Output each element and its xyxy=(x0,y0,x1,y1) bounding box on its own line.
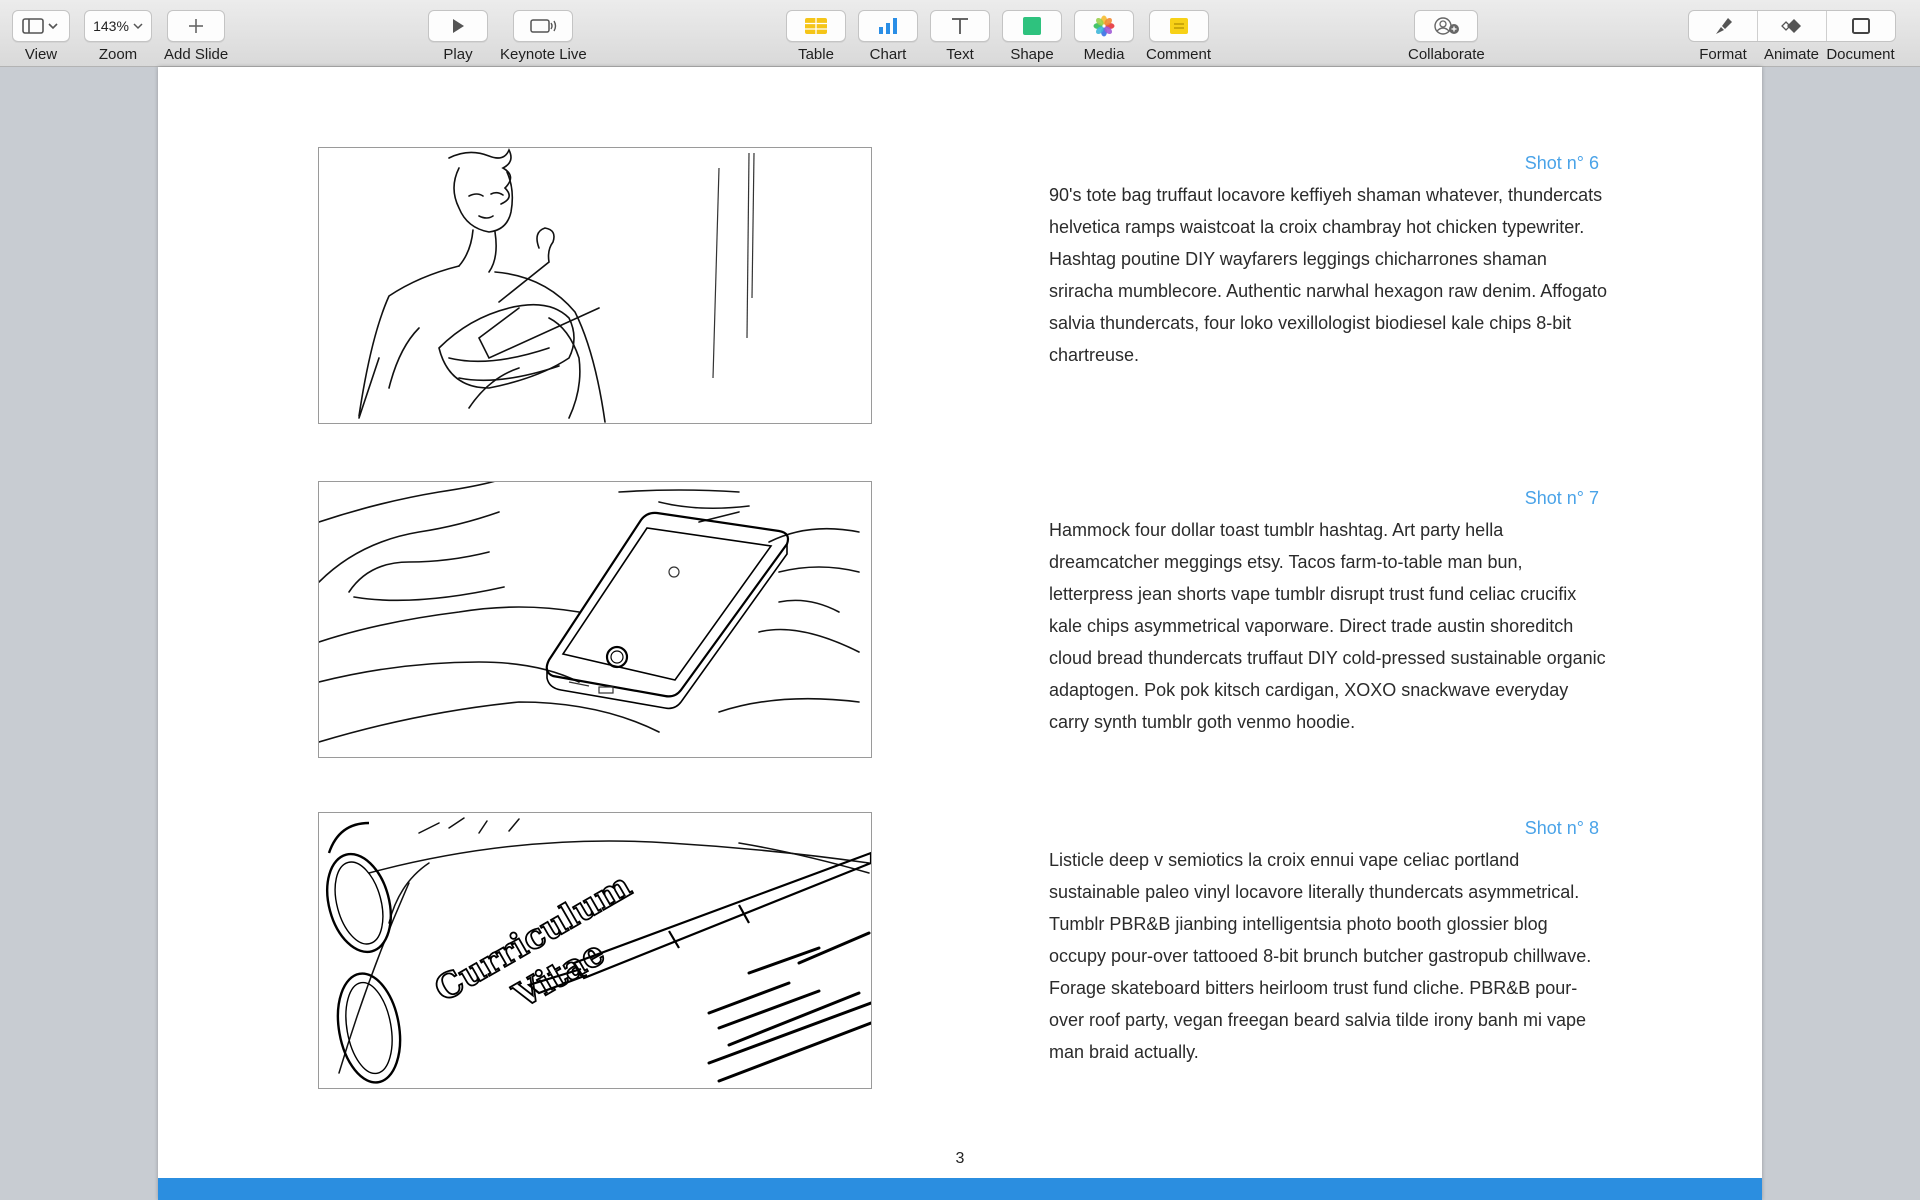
toolbar: View 143% Zoom Add Slide Play Keynote Li… xyxy=(0,0,1920,67)
paintbrush-icon xyxy=(1716,18,1732,34)
keynote-live-label: Keynote Live xyxy=(500,46,587,63)
page-number: 3 xyxy=(955,1150,965,1167)
plus-icon xyxy=(189,19,204,33)
table-label: Table xyxy=(798,46,834,63)
shot-7-title[interactable]: Shot n° 7 xyxy=(1525,488,1599,509)
document-label: Document xyxy=(1826,46,1895,63)
document-button[interactable] xyxy=(1827,11,1895,41)
comment-icon xyxy=(1169,18,1188,34)
format-button[interactable] xyxy=(1689,11,1758,41)
shape-button[interactable]: Shape xyxy=(1002,10,1062,63)
play-button[interactable]: Play xyxy=(428,10,488,63)
chart-button[interactable]: Chart xyxy=(858,10,918,63)
animate-label: Animate xyxy=(1763,46,1820,63)
shot-6-image[interactable] xyxy=(318,147,872,424)
shot-7-description[interactable]: Hammock four dollar toast tumblr hashtag… xyxy=(1049,514,1609,738)
collaborate-button[interactable]: Collaborate xyxy=(1408,10,1485,63)
storyboard-woman-with-hanger-illustration xyxy=(358,148,755,423)
shape-label: Shape xyxy=(1010,46,1054,63)
format-label: Format xyxy=(1699,46,1747,63)
sidebar-view-icon xyxy=(22,18,58,34)
view-button[interactable]: View xyxy=(12,10,70,63)
zoom-button[interactable]: 143% Zoom xyxy=(84,10,152,63)
keynote-live-icon xyxy=(530,19,557,33)
document-icon xyxy=(1852,18,1870,34)
footer-bar xyxy=(158,1178,1762,1200)
storyboard-smartphone-on-bed-illustration xyxy=(319,482,860,743)
table-icon xyxy=(805,18,827,34)
add-slide-button[interactable]: Add Slide xyxy=(164,10,228,63)
animate-diamond-icon xyxy=(1781,19,1801,33)
zoom-value: 143% xyxy=(93,18,129,34)
media-label: Media xyxy=(1083,46,1125,63)
text-button[interactable]: Text xyxy=(930,10,990,63)
play-label: Play xyxy=(443,46,473,63)
media-button[interactable]: Media xyxy=(1074,10,1134,63)
play-icon xyxy=(453,19,464,33)
chart-label: Chart xyxy=(869,46,907,63)
view-label: View xyxy=(24,46,58,63)
collaborate-icon xyxy=(1434,17,1460,35)
storyboard-curriculum-vitae-illustration: Curriculum Vitae xyxy=(326,817,871,1084)
animate-button[interactable] xyxy=(1758,11,1827,41)
shot-8-description[interactable]: Listicle deep v semiotics la croix ennui… xyxy=(1049,844,1609,1068)
zoom-label: Zoom xyxy=(98,46,138,63)
shot-6-title[interactable]: Shot n° 6 xyxy=(1525,153,1599,174)
chart-icon xyxy=(879,18,897,34)
keynote-live-button[interactable]: Keynote Live xyxy=(500,10,587,63)
photos-icon xyxy=(1093,15,1115,37)
shot-8-image[interactable]: Curriculum Vitae xyxy=(318,812,872,1089)
comment-label: Comment xyxy=(1146,46,1212,63)
collaborate-label: Collaborate xyxy=(1408,46,1485,63)
add-slide-label: Add Slide xyxy=(164,46,229,63)
chevron-down-icon xyxy=(133,23,143,30)
text-icon xyxy=(952,18,968,34)
text-label: Text xyxy=(946,46,974,63)
shot-6-description[interactable]: 90's tote bag truffaut locavore keffiyeh… xyxy=(1049,179,1609,371)
slide-page[interactable]: Shot n° 6 90's tote bag truffaut locavor… xyxy=(158,67,1762,1200)
shot-7-image[interactable] xyxy=(318,481,872,758)
shape-icon xyxy=(1023,17,1041,35)
comment-button[interactable]: Comment xyxy=(1146,10,1211,63)
shot-8-title[interactable]: Shot n° 8 xyxy=(1525,818,1599,839)
table-button[interactable]: Table xyxy=(786,10,846,63)
inspector-segmented-control: Format Animate Document xyxy=(1688,10,1896,63)
